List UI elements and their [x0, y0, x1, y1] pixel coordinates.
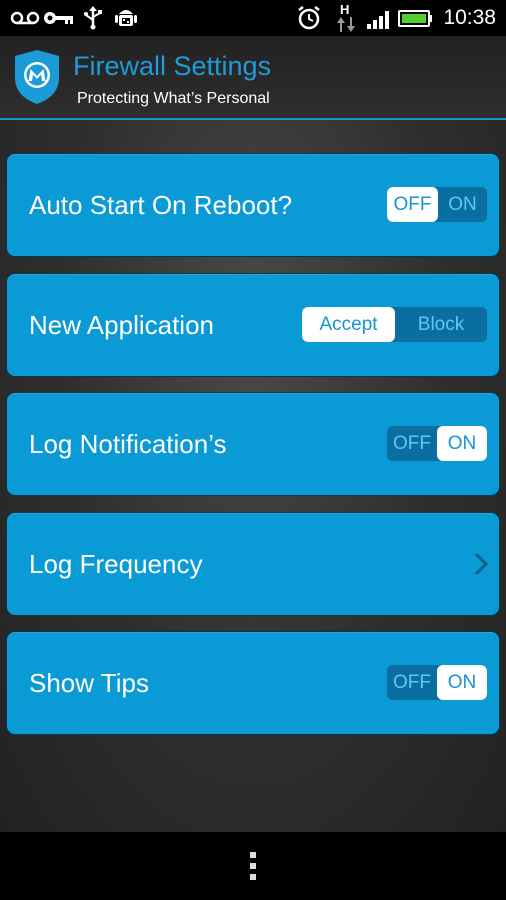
- status-bar: H 10:38: [0, 0, 506, 36]
- setting-log-notifications-row: Log Notification’s OFF ON: [6, 392, 500, 496]
- setting-log-frequency-row[interactable]: Log Frequency: [6, 512, 500, 616]
- setting-log-notifications-label: Log Notification’s: [29, 429, 227, 459]
- app-header: Firewall Settings Protecting What’s Pers…: [0, 36, 506, 120]
- new-application-toggle[interactable]: Accept Block: [302, 307, 487, 342]
- data-transfer-icon: H: [336, 2, 356, 34]
- show-tips-toggle[interactable]: OFF ON: [387, 665, 487, 700]
- log-notifications-on-option[interactable]: ON: [437, 426, 487, 461]
- android-debug-icon: [115, 10, 137, 26]
- setting-auto-start-row: Auto Start On Reboot? OFF ON: [6, 153, 500, 257]
- key-icon: [44, 12, 73, 24]
- alarm-icon: [298, 6, 320, 30]
- show-tips-off-option[interactable]: OFF: [387, 665, 437, 700]
- overflow-menu-icon[interactable]: [248, 850, 258, 882]
- shield-logo-icon: [15, 50, 59, 104]
- chevron-right-icon: [474, 552, 489, 576]
- settings-list: Auto Start On Reboot? OFF ON New Applica…: [0, 120, 506, 832]
- setting-show-tips-row: Show Tips OFF ON: [6, 631, 500, 735]
- new-application-block-option[interactable]: Block: [395, 307, 487, 342]
- usb-icon: [84, 6, 102, 30]
- page-title: Firewall Settings: [73, 51, 272, 81]
- network-type-label: H: [340, 2, 350, 17]
- setting-show-tips-label: Show Tips: [29, 668, 149, 698]
- navigation-bar: [0, 832, 506, 900]
- setting-new-application-row: New Application Accept Block: [6, 273, 500, 377]
- auto-start-off-option[interactable]: OFF: [387, 187, 438, 222]
- battery-icon: [398, 10, 432, 27]
- auto-start-on-option[interactable]: ON: [438, 187, 487, 222]
- page-subtitle: Protecting What’s Personal: [77, 90, 270, 107]
- setting-auto-start-label: Auto Start On Reboot?: [29, 190, 293, 220]
- voicemail-icon: [10, 11, 40, 25]
- clock: 10:38: [443, 6, 496, 29]
- auto-start-toggle[interactable]: OFF ON: [387, 187, 487, 222]
- setting-new-application-label: New Application: [29, 310, 214, 340]
- log-notifications-toggle[interactable]: OFF ON: [387, 426, 487, 461]
- log-notifications-off-option[interactable]: OFF: [387, 426, 437, 461]
- new-application-accept-option[interactable]: Accept: [302, 307, 395, 342]
- signal-icon: [367, 11, 389, 29]
- setting-log-frequency-label: Log Frequency: [29, 549, 203, 579]
- show-tips-on-option[interactable]: ON: [437, 665, 487, 700]
